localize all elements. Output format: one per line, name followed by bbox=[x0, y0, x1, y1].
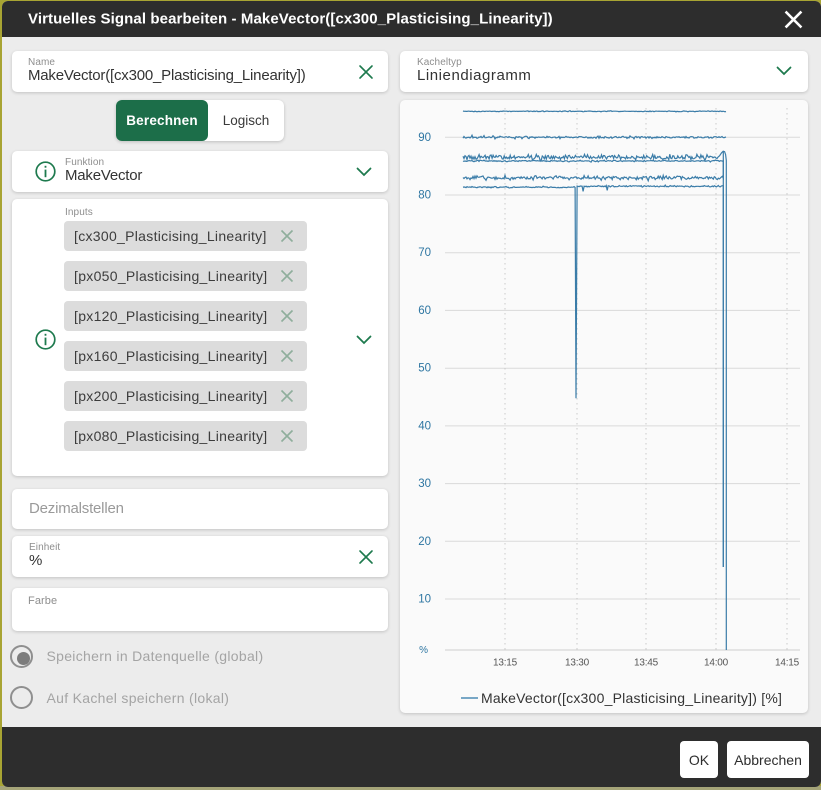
svg-text:40: 40 bbox=[418, 420, 431, 432]
svg-text:13:30: 13:30 bbox=[565, 658, 590, 669]
svg-text:14:15: 14:15 bbox=[775, 658, 800, 669]
svg-text:80: 80 bbox=[418, 190, 431, 202]
svg-text:30: 30 bbox=[418, 478, 431, 490]
svg-text:60: 60 bbox=[418, 305, 431, 317]
svg-text:13:45: 13:45 bbox=[634, 658, 659, 669]
svg-text:10: 10 bbox=[418, 594, 431, 606]
svg-text:70: 70 bbox=[418, 247, 431, 259]
svg-text:MakeVector([cx300_Plasticising: MakeVector([cx300_Plasticising_Linearity… bbox=[481, 690, 782, 706]
svg-text:20: 20 bbox=[418, 536, 431, 548]
svg-text:14:00: 14:00 bbox=[704, 658, 729, 669]
svg-text:50: 50 bbox=[418, 363, 431, 375]
svg-text:%: % bbox=[419, 645, 428, 656]
svg-text:13:15: 13:15 bbox=[493, 658, 518, 669]
svg-text:90: 90 bbox=[418, 132, 431, 144]
